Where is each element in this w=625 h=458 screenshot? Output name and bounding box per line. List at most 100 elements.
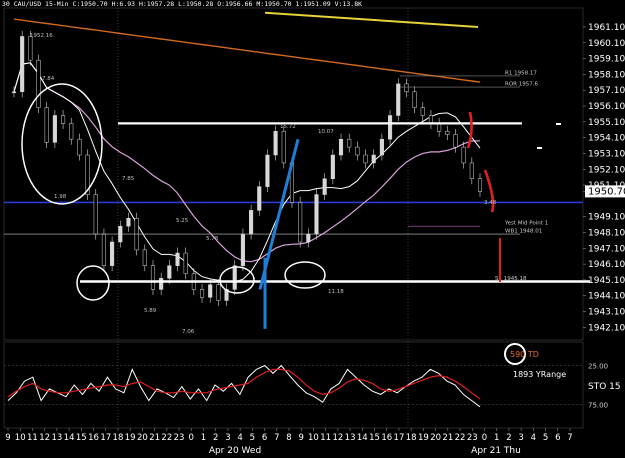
candle-body (11, 91, 17, 94)
level-label: R1 1958.17 (505, 70, 537, 76)
candle-body (298, 202, 303, 243)
x-tick-label: 17 (394, 433, 405, 443)
x-tick-label: 3 (518, 433, 523, 443)
x-tick-label: 0 (482, 433, 487, 443)
y-tick-label: 1942.10 (588, 323, 625, 333)
ma-yellow-line (264, 11, 479, 28)
y-tick-label: 1944.10 (588, 292, 625, 302)
candle-body (142, 249, 147, 266)
candle-body (61, 115, 66, 124)
candle-body (232, 265, 237, 290)
candle-body (412, 91, 417, 108)
x-tick-label: 17 (100, 433, 111, 443)
candle-body (240, 233, 245, 266)
y-tick-label: 1947.10 (588, 244, 625, 254)
highlight-ellipse (21, 83, 103, 205)
highlight-ellipse (219, 266, 255, 294)
candle-body (428, 115, 433, 124)
candle-body (437, 123, 442, 132)
x-tick-label: 13 (345, 433, 356, 443)
x-tick-label: 4 (237, 433, 242, 443)
x-tick-label: 9 (5, 433, 10, 443)
x-tick-label: 19 (418, 433, 429, 443)
price-annotation: 7.85 (122, 176, 135, 182)
main-price-panel: S1 1945.18R1 1958.17ROR 1957.6Yest Mid P… (3, 7, 590, 428)
y-tick-label: 1959.10 (588, 55, 625, 65)
x-tick-label: 20 (137, 433, 148, 443)
candle-body (93, 194, 98, 235)
x-tick-label: 20 (430, 433, 441, 443)
y-tick-label: 1953.10 (588, 149, 625, 159)
x-tick-label: 14 (357, 433, 368, 443)
candle-body (355, 146, 360, 156)
x-tick-label: 7 (567, 433, 572, 443)
candle-body (265, 154, 270, 187)
x-tick-label: 8 (286, 433, 291, 443)
x-tick-label: 1 (201, 433, 206, 443)
x-tick-label: 23 (467, 433, 478, 443)
candle-body (36, 59, 41, 108)
price-annotation: 10.07 (318, 129, 334, 135)
price-annotation: 5.78 (206, 236, 219, 242)
x-tick-label: 14 (64, 433, 75, 443)
osc-tick-label: 75.00 (588, 402, 608, 410)
candle-body (159, 278, 164, 290)
candle-body (396, 83, 401, 116)
price-annotation: 1952.16 (30, 33, 53, 39)
y-tick-label: 1949.10 (588, 213, 625, 223)
y-tick-label: 1948.10 (588, 228, 625, 238)
x-tick-label: 11 (320, 433, 331, 443)
candle-body (445, 131, 450, 135)
candle-body (199, 289, 205, 298)
candle-body (338, 138, 344, 156)
stochastic-panel: 25.00 75.00 STO 15 590 TD 1893 YRange (3, 341, 621, 429)
y-tick-label: 1960.10 (588, 39, 625, 49)
candle-body (150, 265, 156, 290)
candle-body (420, 107, 425, 116)
candle-body (249, 210, 254, 235)
y-tick-label: 1954.10 (588, 134, 625, 144)
candle-body (314, 194, 319, 235)
candle-body (404, 83, 409, 93)
candle-body (371, 154, 376, 164)
x-tick-label: 4 (531, 433, 536, 443)
x-tick-label: 10 (15, 433, 26, 443)
x-date-label: Apr 20 Wed (209, 446, 261, 456)
time-axis: 9 10 11 12 13 14 15 16 17 18 19 20 21 22 23 0 1 2 3 4 5 6 7 8 9 1… (5, 428, 573, 456)
price-annotation: 5.89 (144, 308, 157, 314)
x-tick-label: 22 (455, 433, 466, 443)
y-tick-label: 1946.10 (588, 260, 625, 270)
x-date-label: Apr 21 Thu (471, 446, 521, 456)
price-axis: 1961.10 1960.10 1959.10 1958.10 1957.10 1956.… (583, 23, 625, 333)
osc-tick-label: 25.00 (588, 363, 608, 371)
osc-panel-frame (3, 341, 584, 429)
x-tick-label: 13 (51, 433, 62, 443)
level-label: WB1 1948.01 (505, 229, 542, 235)
x-tick-label: 10 (308, 433, 319, 443)
x-tick-label: 18 (406, 433, 417, 443)
candle-body (52, 115, 57, 143)
candle-body (126, 218, 131, 227)
candle-body (69, 123, 74, 140)
candle-body (322, 178, 327, 195)
y-tick-label: 1955.10 (588, 118, 625, 128)
x-tick-label: 18 (113, 433, 124, 443)
price-annotation: 11.18 (328, 289, 344, 295)
x-tick-label: 9 (299, 433, 304, 443)
x-tick-label: 12 (39, 433, 50, 443)
y-tick-label: 1950.70 (588, 186, 625, 197)
x-tick-label: 16 (381, 433, 392, 443)
sto-k-line (7, 364, 481, 408)
x-tick-label: 16 (88, 433, 99, 443)
x-tick-label: 3 (225, 433, 230, 443)
price-annotation: 7.06 (182, 329, 195, 335)
candle-body (477, 178, 483, 192)
candle-body (461, 146, 466, 164)
candle-body (167, 265, 172, 279)
x-tick-label: 2 (506, 433, 511, 443)
candle-body (216, 284, 221, 301)
x-tick-label: 2 (213, 433, 218, 443)
x-tick-label: 19 (125, 433, 136, 443)
yrange-label: 1893 YRange (513, 370, 566, 379)
x-tick-label: 15 (369, 433, 380, 443)
